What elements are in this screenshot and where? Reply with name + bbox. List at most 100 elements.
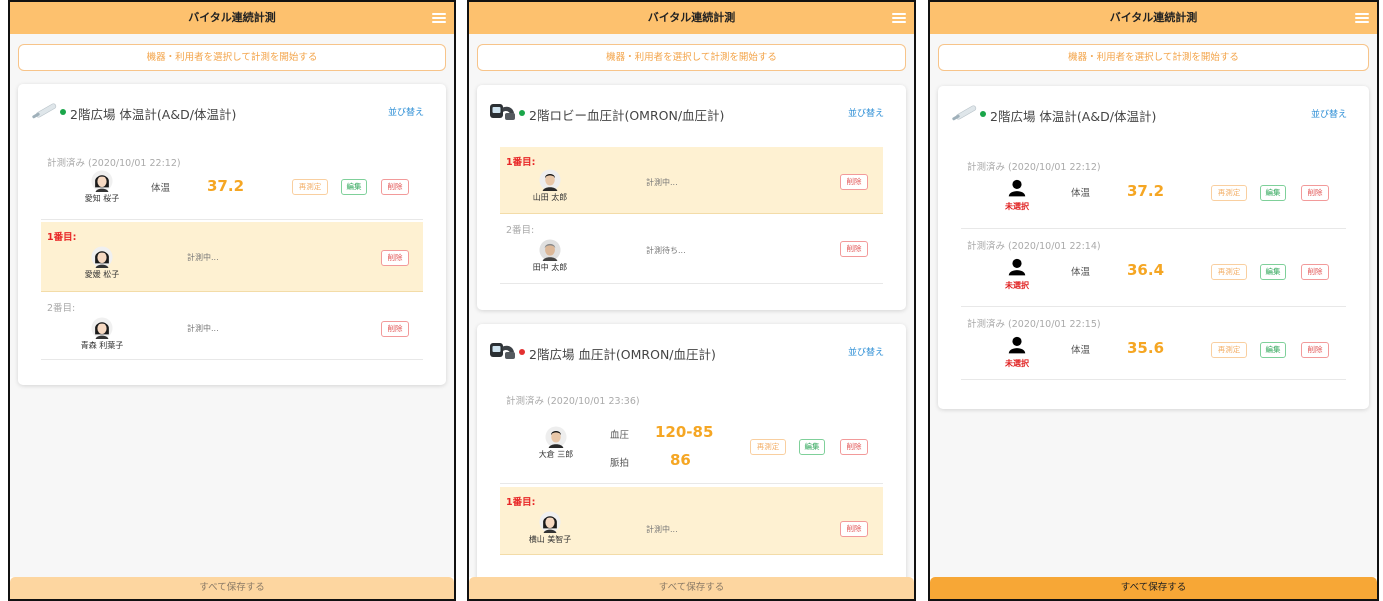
device-title: 2階広場 体温計(A&D/体温計) xyxy=(990,109,1157,124)
queue-position: 1番目: xyxy=(47,232,77,243)
card-header: 2階広場 体温計(A&D/体温計) 並び替え xyxy=(30,100,434,124)
device-card: 2階広場 血圧計(OMRON/血圧計) 並び替え 計測済み (2020/10/0… xyxy=(477,324,906,577)
row-label: 計測済み (2020/10/01 22:15) xyxy=(967,319,1101,330)
page-title: バイタル連続計測 xyxy=(188,11,276,24)
remeasure-button[interactable]: 再測定 xyxy=(1211,264,1247,280)
female-avatar-icon xyxy=(91,317,113,339)
hamburger-menu-icon[interactable] xyxy=(432,13,446,23)
queue-row-waiting: 2番目: 青森 利葉子 計測中... 削除 xyxy=(41,293,423,360)
vital-value: 35.6 xyxy=(1127,339,1165,357)
device-card: 2階広場 体温計(A&D/体温計) 並び替え 計測済み (2020/10/01 … xyxy=(938,86,1369,409)
queue-position: 2番目: xyxy=(506,225,535,236)
page-title: バイタル連続計測 xyxy=(647,11,736,24)
person-name: 横山 美智子 xyxy=(528,535,572,544)
person[interactable]: 大倉 三郎 xyxy=(526,426,586,460)
delete-button[interactable]: 削除 xyxy=(840,439,868,455)
female-avatar-icon xyxy=(91,170,113,192)
start-measurement-button[interactable]: 機器・利用者を選択して計測を開始する xyxy=(938,44,1369,71)
delete-button[interactable]: 削除 xyxy=(840,174,868,190)
unselected-user-icon xyxy=(1006,335,1028,357)
person[interactable]: 愛知 桜子 xyxy=(72,170,132,204)
vital-value-bp: 120-85 xyxy=(655,423,714,441)
blood-pressure-monitor-icon xyxy=(489,101,517,123)
save-all-button[interactable]: すべて保存する xyxy=(469,577,914,599)
delete-button[interactable]: 削除 xyxy=(840,521,868,537)
remeasure-button[interactable]: 再測定 xyxy=(750,439,786,455)
device-card: 2階ロビー血圧計(OMRON/血圧計) 並び替え 1番目: 山田 太郎 計測中.… xyxy=(477,85,906,310)
person-name: 未選択 xyxy=(1005,359,1029,368)
vital-label: 体温 xyxy=(1071,267,1091,278)
status-dot-disconnected xyxy=(519,349,525,355)
person[interactable]: 未選択 xyxy=(987,335,1047,369)
unselected-user-icon xyxy=(1006,178,1028,200)
edit-button[interactable]: 編集 xyxy=(1260,342,1286,358)
person[interactable]: 青森 利葉子 xyxy=(72,317,132,351)
thermometer-icon xyxy=(950,102,978,124)
queue-row-measuring: 1番目: 横山 美智子 計測中... 削除 xyxy=(500,487,883,555)
queue-position: 1番目: xyxy=(506,497,536,508)
sort-link[interactable]: 並び替え xyxy=(1311,107,1347,120)
person[interactable]: 横山 美智子 xyxy=(520,511,580,545)
delete-button[interactable]: 削除 xyxy=(1301,342,1329,358)
save-all-button[interactable]: すべて保存する xyxy=(10,577,454,599)
queue-row-measuring: 1番目: 山田 太郎 計測中... 削除 xyxy=(500,147,883,214)
person[interactable]: 未選択 xyxy=(987,178,1047,212)
delete-button[interactable]: 削除 xyxy=(381,321,409,337)
elder-male-avatar-icon xyxy=(539,239,561,261)
person-name: 愛知 桜子 xyxy=(84,194,120,203)
person-name: 未選択 xyxy=(1005,281,1029,290)
hamburger-menu-icon[interactable] xyxy=(1355,13,1369,23)
row-label: 計測済み (2020/10/01 23:36) xyxy=(506,396,640,407)
vital-value: 36.4 xyxy=(1127,261,1165,279)
row-label: 計測済み (2020/10/01 22:12) xyxy=(47,158,181,169)
status-dot-connected xyxy=(60,109,66,115)
vital-label: 体温 xyxy=(1071,345,1091,356)
hamburger-menu-icon[interactable] xyxy=(892,13,906,23)
sort-link[interactable]: 並び替え xyxy=(848,345,884,358)
measurement-row-completed: 計測済み (2020/10/01 22:15) 未選択 体温 35.6 再測定 … xyxy=(961,309,1346,380)
person-name: 田中 太郎 xyxy=(532,263,568,272)
queue-position: 2番目: xyxy=(47,303,76,314)
page-title: バイタル連続計測 xyxy=(1109,11,1198,24)
sort-link[interactable]: 並び替え xyxy=(388,105,424,118)
delete-button[interactable]: 削除 xyxy=(840,241,868,257)
edit-button[interactable]: 編集 xyxy=(1260,185,1286,201)
edit-button[interactable]: 編集 xyxy=(799,439,825,455)
queue-position: 1番目: xyxy=(506,157,536,168)
person[interactable]: 未選択 xyxy=(987,257,1047,291)
app-header: バイタル連続計測 xyxy=(930,2,1377,34)
main-content: 機器・利用者を選択して計測を開始する 2階ロビー血圧計(OMRON/血圧計) 並… xyxy=(469,34,914,577)
person-name: 愛媛 松子 xyxy=(84,270,120,279)
female-avatar-icon xyxy=(91,246,113,268)
save-all-button[interactable]: すべて保存する xyxy=(930,577,1377,599)
delete-button[interactable]: 削除 xyxy=(381,250,409,266)
card-header: 2階ロビー血圧計(OMRON/血圧計) 並び替え xyxy=(489,101,894,125)
measurement-row-completed: 計測済み (2020/10/01 23:36) 大倉 三郎 血圧 120-85 … xyxy=(500,386,883,484)
person[interactable]: 愛媛 松子 xyxy=(72,246,132,280)
remeasure-button[interactable]: 再測定 xyxy=(1211,185,1247,201)
measuring-status: 計測中... xyxy=(646,525,678,534)
delete-button[interactable]: 削除 xyxy=(1301,185,1329,201)
remeasure-button[interactable]: 再測定 xyxy=(292,179,328,195)
sort-link[interactable]: 並び替え xyxy=(848,106,884,119)
screen-1: バイタル連続計測 機器・利用者を選択して計測を開始する 2階広場 体温計(A&D… xyxy=(8,0,456,601)
start-measurement-button[interactable]: 機器・利用者を選択して計測を開始する xyxy=(18,44,446,71)
device-title: 2階広場 体温計(A&D/体温計) xyxy=(70,107,237,122)
person-name: 山田 太郎 xyxy=(532,193,568,202)
delete-button[interactable]: 削除 xyxy=(1301,264,1329,280)
male-avatar-icon xyxy=(539,169,561,191)
person[interactable]: 山田 太郎 xyxy=(520,169,580,203)
edit-button[interactable]: 編集 xyxy=(341,179,367,195)
measuring-status: 計測中... xyxy=(187,324,219,333)
delete-button[interactable]: 削除 xyxy=(381,179,409,195)
main-content: 機器・利用者を選択して計測を開始する 2階広場 体温計(A&D/体温計) 並び替… xyxy=(10,34,454,577)
person[interactable]: 田中 太郎 xyxy=(520,239,580,273)
card-header: 2階広場 血圧計(OMRON/血圧計) 並び替え xyxy=(489,340,894,364)
female-avatar-icon xyxy=(539,511,561,533)
start-measurement-button[interactable]: 機器・利用者を選択して計測を開始する xyxy=(477,44,906,71)
vital-label: 体温 xyxy=(151,183,171,194)
vital-value: 37.2 xyxy=(207,177,245,195)
app-header: バイタル連続計測 xyxy=(469,2,914,34)
remeasure-button[interactable]: 再測定 xyxy=(1211,342,1247,358)
edit-button[interactable]: 編集 xyxy=(1260,264,1286,280)
